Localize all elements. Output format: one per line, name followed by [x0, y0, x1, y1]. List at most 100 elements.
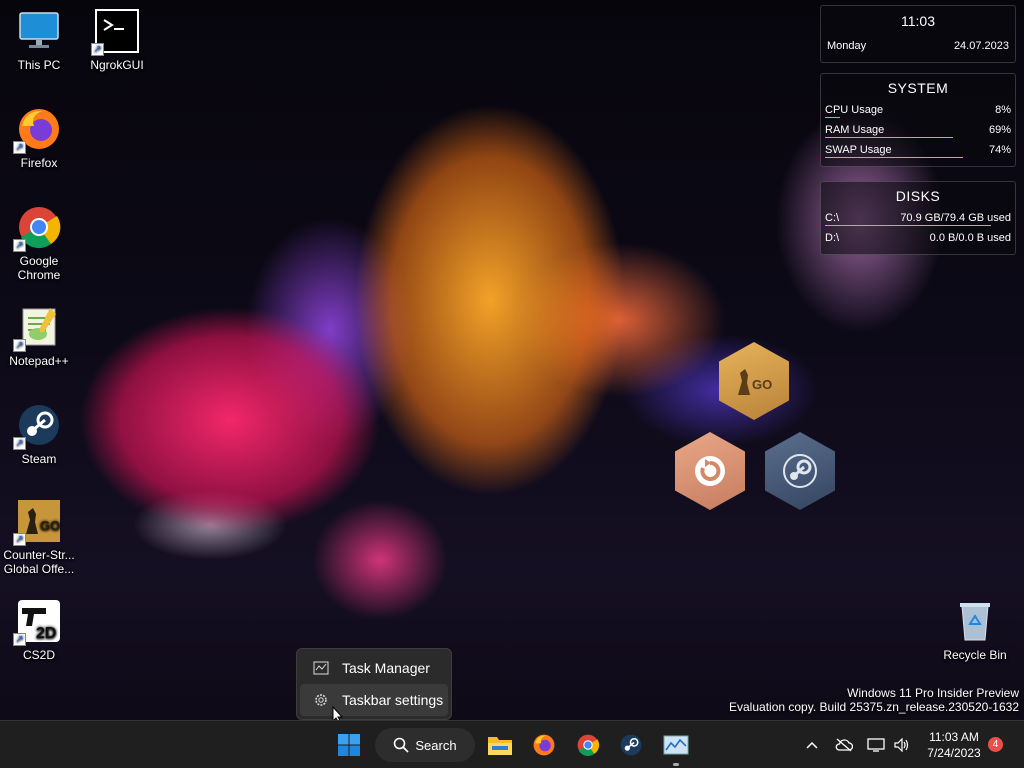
desktop-icon-firefox[interactable]: ↗ Firefox [1, 106, 77, 170]
usage-bar [825, 137, 953, 138]
desktop-icon-recycle-bin[interactable]: Recycle Bin [937, 598, 1013, 662]
chevron-up-icon [806, 741, 818, 749]
system-row-label: RAM Usage [825, 124, 885, 136]
usage-bar [825, 157, 963, 158]
desktop-icon-label: NgrokGUI [90, 58, 144, 72]
svg-text:GO: GO [40, 518, 60, 533]
svg-text:2D: 2D [36, 625, 56, 642]
taskbar-search-button[interactable]: Search [375, 728, 475, 762]
hex-launcher-steam[interactable] [765, 432, 835, 510]
disk-row-value: 0.0 B/0.0 B used [929, 232, 1011, 244]
svg-text:GO: GO [752, 377, 772, 392]
system-row-cpu: CPU Usage 8% [821, 100, 1015, 120]
firefox-icon: ↗ [13, 106, 62, 154]
taskbar: Search 11:03 AM 7/24/2023 4 [0, 720, 1024, 768]
desktop-icon-this-pc[interactable]: This PC [1, 8, 77, 72]
desktop-icon-label: Notepad++ [9, 354, 69, 368]
menu-item-label: Taskbar settings [342, 692, 444, 708]
clock-date: 24.07.2023 [953, 40, 1009, 52]
monitor-icon [16, 8, 62, 54]
menu-item-label: Task Manager [342, 660, 430, 676]
taskbar-date: 7/24/2023 [927, 746, 981, 760]
watermark-line-2: Evaluation copy. Build 25375.zn_release.… [729, 700, 1019, 714]
disk-row-label: D:\ [825, 232, 840, 244]
search-label: Search [415, 737, 457, 753]
notification-count: 4 [992, 739, 999, 750]
clock-widget: 11:03 Monday 24.07.2023 [820, 5, 1016, 63]
firefox-icon [533, 734, 555, 756]
hex-launcher-csgo[interactable]: GO [719, 342, 789, 420]
task-manager-icon [663, 735, 689, 755]
steam-icon [620, 734, 642, 756]
menu-item-taskbar-settings[interactable]: Taskbar settings [300, 684, 448, 716]
desktop-icon-notepadpp[interactable]: ↗ Notepad++ [1, 304, 77, 368]
cloud-offline-icon [835, 738, 853, 752]
system-row-value: 8% [995, 104, 1011, 116]
volume-icon [893, 738, 908, 752]
windows-logo-icon [338, 734, 360, 756]
steam-icon [783, 454, 817, 488]
quick-settings-button[interactable] [862, 731, 914, 759]
shortcut-arrow-icon: ↗ [13, 437, 26, 450]
cs2d-icon: 2D ↗ [13, 598, 62, 646]
shortcut-arrow-icon: ↗ [13, 141, 26, 154]
shortcut-arrow-icon: ↗ [13, 633, 26, 646]
taskbar-task-manager[interactable] [658, 727, 694, 766]
show-hidden-icons-button[interactable] [795, 727, 829, 763]
disk-row-label: C:\ [825, 212, 840, 224]
csgo-icon: GO [738, 369, 772, 395]
disks-widget: DISKS C:\ 70.9 GB/79.4 GB used D:\ 0.0 B… [820, 181, 1016, 255]
system-row-label: SWAP Usage [825, 144, 892, 156]
recycle-bin-icon [952, 598, 998, 644]
shortcut-arrow-icon: ↗ [13, 239, 26, 252]
desktop-icon-ngrokgui[interactable]: ↗ NgrokGUI [79, 8, 155, 72]
desktop-icon-cs2d[interactable]: 2D ↗ CS2D [1, 598, 77, 662]
terminal-icon: ↗ [91, 8, 140, 56]
chrome-icon [577, 734, 600, 756]
menu-item-task-manager[interactable]: Task Manager [300, 652, 448, 684]
usage-bar [825, 117, 840, 118]
taskbar-file-explorer[interactable] [482, 727, 518, 763]
system-widget: SYSTEM CPU Usage 8% RAM Usage 69% SWAP U… [820, 73, 1016, 167]
desktop-icon-google-chrome[interactable]: ↗ Google Chrome [1, 204, 77, 282]
os-watermark: Windows 11 Pro Insider Preview Evaluatio… [729, 686, 1019, 714]
notepadpp-icon: ↗ [13, 304, 62, 352]
search-icon [394, 737, 410, 753]
disk-row-d: D:\ 0.0 B/0.0 B used [821, 228, 1015, 248]
taskbar-context-menu: Task Manager Taskbar settings [296, 648, 452, 720]
shortcut-arrow-icon: ↗ [13, 339, 26, 352]
disk-row-value: 70.9 GB/79.4 GB used [900, 212, 1011, 224]
tray-cloud-button[interactable] [827, 727, 861, 763]
taskbar-steam[interactable] [613, 727, 649, 763]
desktop-icon-csgo[interactable]: GO ↗ Counter-Str... Global Offe... [1, 498, 77, 576]
clock-day: Monday [827, 40, 867, 52]
refresh-icon [695, 456, 725, 486]
disk-row-c: C:\ 70.9 GB/79.4 GB used [821, 208, 1015, 228]
taskbar-clock[interactable]: 11:03 AM 7/24/2023 [916, 729, 992, 761]
taskbar-time: 11:03 AM [929, 730, 979, 744]
system-row-label: CPU Usage [825, 104, 884, 116]
taskbar-chrome[interactable] [570, 727, 606, 763]
usage-bar [825, 225, 991, 226]
desktop-icon-label: CS2D [22, 648, 55, 662]
start-button[interactable] [331, 727, 367, 763]
notification-badge[interactable]: 4 [988, 737, 1003, 752]
desktop-icon-label: This PC [17, 58, 61, 72]
disks-widget-title: DISKS [895, 188, 941, 204]
hex-launcher-restart[interactable] [675, 432, 745, 510]
watermark-line-1: Windows 11 Pro Insider Preview [847, 686, 1019, 700]
desktop-icon-label: Steam [21, 452, 57, 466]
shortcut-arrow-icon: ↗ [91, 43, 104, 56]
system-row-ram: RAM Usage 69% [821, 120, 1015, 140]
desktop-icon-label: Counter-Str... Global Offe... [3, 548, 75, 576]
system-row-value: 74% [988, 144, 1011, 156]
gear-icon [310, 692, 332, 708]
desktop-icon-label: Firefox [20, 156, 58, 170]
steam-icon: ↗ [13, 402, 62, 450]
taskbar-firefox[interactable] [526, 727, 562, 763]
network-icon [866, 738, 885, 752]
system-row-swap: SWAP Usage 74% [821, 140, 1015, 160]
task-manager-icon [310, 661, 332, 675]
system-widget-title: SYSTEM [887, 80, 949, 96]
desktop-icon-steam[interactable]: ↗ Steam [1, 402, 77, 466]
